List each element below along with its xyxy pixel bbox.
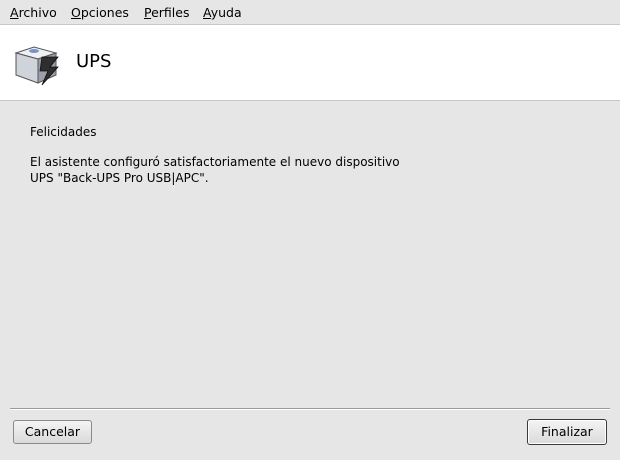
- menu-ayuda[interactable]: Ayuda: [203, 5, 242, 20]
- menu-opciones[interactable]: Opciones: [71, 5, 129, 20]
- success-message-line-2: UPS "Back-UPS Pro USB|APC".: [30, 171, 209, 185]
- cancel-button[interactable]: Cancelar: [13, 420, 92, 444]
- success-heading: Felicidades: [30, 125, 97, 139]
- wizard-header: UPS: [0, 25, 620, 101]
- menu-bar: Archivo Opciones Perfiles Ayuda: [0, 0, 620, 25]
- page-title: UPS: [76, 51, 112, 72]
- menu-archivo[interactable]: Archivo: [10, 5, 57, 20]
- menu-archivo-label: rchivo: [18, 5, 57, 20]
- success-message-line-1: El asistente configuró satisfactoriament…: [30, 155, 400, 169]
- ups-device-icon: [14, 46, 59, 86]
- finish-button[interactable]: Finalizar: [527, 419, 607, 445]
- menu-ayuda-mnemonic: A: [203, 5, 211, 20]
- menu-perfiles-label: erfiles: [151, 5, 190, 20]
- button-divider: [10, 408, 610, 410]
- menu-perfiles[interactable]: Perfiles: [144, 5, 189, 20]
- menu-opciones-label: pciones: [80, 5, 129, 20]
- menu-opciones-mnemonic: O: [71, 5, 81, 20]
- wizard-content: Felicidades El asistente configuró satis…: [30, 124, 600, 186]
- menu-archivo-mnemonic: A: [10, 5, 19, 20]
- menu-ayuda-label: yuda: [210, 5, 242, 20]
